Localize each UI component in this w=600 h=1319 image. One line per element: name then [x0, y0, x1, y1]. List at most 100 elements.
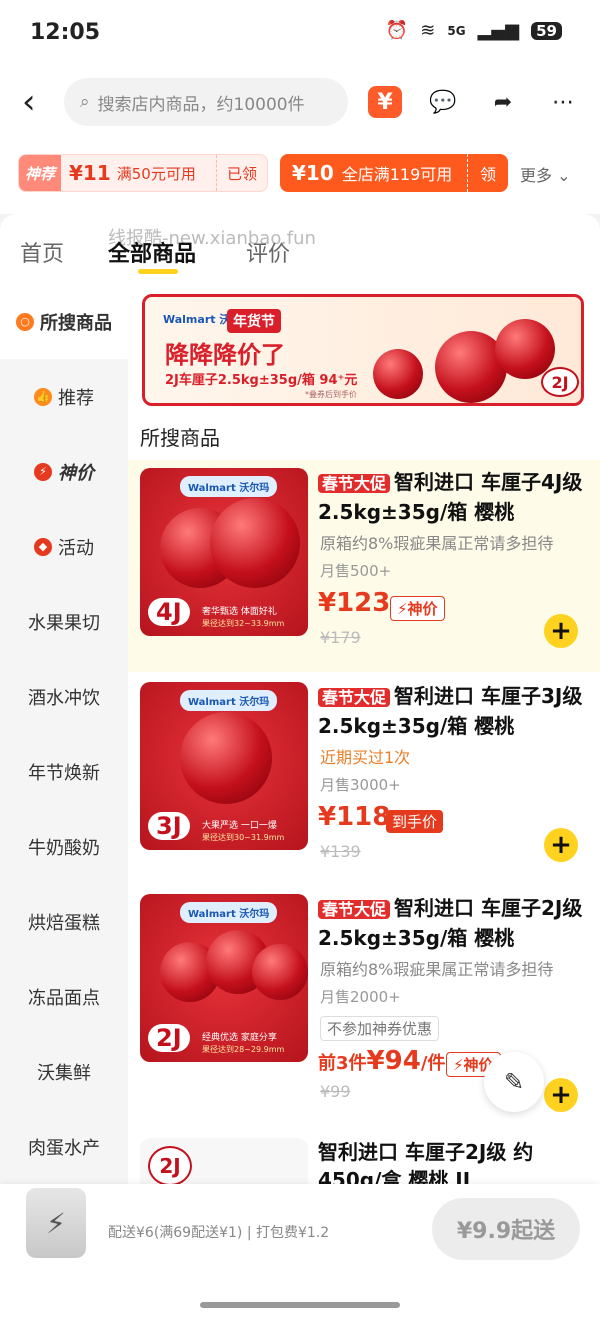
sidebar-item[interactable]: 沃集鲜 [0, 1034, 128, 1109]
sidebar-item-label: 牛奶酸奶 [28, 837, 100, 859]
sidebar-item-label: 水果果切 [28, 612, 100, 634]
price-tag: ⚡神价 [390, 596, 445, 621]
sidebar-item-activity[interactable]: ◆ 活动 [0, 509, 128, 584]
grade-badge: 2J [541, 367, 579, 397]
sidebar-item[interactable]: 烘焙蛋糕 [0, 884, 128, 959]
signal-icon: ▂▄▆ [477, 20, 520, 41]
sidebar-item-label: 活动 [58, 537, 94, 559]
tab-home[interactable]: 首页 [20, 236, 64, 268]
coupon-store[interactable]: ¥10 全店满119可用 领 [280, 154, 508, 192]
tag-icon: ◆ [34, 537, 52, 556]
coupon-tag: 神荐 [19, 155, 62, 191]
add-to-cart-button[interactable]: + [544, 1078, 578, 1112]
tab-bar: 线报酷-new.xianbao.fun 首页 全部商品 评价 [0, 214, 600, 284]
sidebar-item-label: 推荐 [58, 387, 94, 409]
network-label: 5G [447, 23, 466, 38]
wifi-icon: ≋ [420, 20, 436, 41]
add-to-cart-button[interactable]: + [544, 614, 578, 648]
product-image: Walmart 沃尔玛 4J 奢华甄选 体面好礼 果径达到32~33.9mm [140, 468, 308, 636]
product-card[interactable]: 2J 智利进口 车厘子2J级 约450g/盒 樱桃 JJ [128, 1130, 600, 1184]
share-icon[interactable]: ➦ [486, 86, 520, 118]
chat-icon[interactable]: 💬 [426, 86, 460, 118]
price-unit: /件 [420, 1053, 446, 1074]
search-input[interactable]: ⌕ 搜索店内商品，约10000件 [64, 78, 348, 126]
walmart-logo: Walmart 沃尔玛 [180, 902, 278, 923]
chevron-down-icon: ⌄ [557, 166, 571, 185]
sidebar-item[interactable]: 牛奶酸奶 [0, 809, 128, 884]
price-value: ¥94 [366, 1046, 421, 1076]
product-title: 智利进口 车厘子2J级 约450g/盒 樱桃 JJ [318, 1140, 534, 1184]
battery-icon: 59 [531, 21, 562, 40]
no-coupon-badge: 不参加神券优惠 [320, 1016, 440, 1041]
price-tag-label: 神价 [407, 600, 438, 618]
banner-spec: 2J车厘子2.5kg±35g/箱 94⁺元 [165, 373, 358, 388]
coupon-amount: ¥10 [292, 161, 334, 185]
promo-tag: 春节大促 [318, 900, 391, 919]
sidebar-item-searched[interactable]: ○ 所搜商品 [0, 284, 128, 359]
promo-banner[interactable]: Walmart 沃尔玛 年货节 降降降价了 2J车厘子2.5kg±35g/箱 9… [142, 294, 584, 406]
product-slogan: 大果严选 一口一爆 [202, 821, 277, 831]
tab-all-products[interactable]: 全部商品 [108, 236, 196, 268]
tab-underline [138, 269, 178, 274]
coupon-condition: 全店满119可用 [341, 165, 453, 184]
checkout-button[interactable]: ¥9.9起送 [432, 1198, 580, 1260]
product-title: 春节大促 智利进口 车厘子4J级 2.5kg±35g/箱 樱桃 [318, 468, 588, 526]
product-price: ¥123 [318, 588, 391, 618]
product-card[interactable]: Walmart 沃尔玛 3J 大果严选 一口一爆 果径达到30~31.9mm 春… [128, 674, 600, 886]
more-icon[interactable]: ⋯ [546, 86, 580, 118]
product-title: 春节大促 智利进口 车厘子3J级 2.5kg±35g/箱 樱桃 [318, 682, 588, 740]
add-to-cart-button[interactable]: + [544, 828, 578, 862]
back-icon[interactable]: ‹ [22, 82, 36, 122]
more-coupons-button[interactable]: 更多 ⌄ [520, 162, 571, 186]
status-time: 12:05 [30, 20, 101, 45]
product-size: 果径达到30~31.9mm [202, 833, 285, 842]
cherry-image [252, 944, 308, 1000]
product-slogan: 经典优选 家庭分享 [202, 1033, 277, 1043]
wallet-icon[interactable]: ¥ [368, 86, 402, 118]
lightning-icon: ⚡ [397, 600, 408, 618]
product-card[interactable]: Walmart 沃尔玛 4J 奢华甄选 体面好礼 果径达到32~33.9mm 春… [128, 460, 600, 672]
grade-badge: 4J [148, 598, 190, 626]
sidebar-item-label: 神价 [58, 462, 94, 484]
sidebar-item-shenjia[interactable]: ⚡ 神价 [0, 434, 128, 509]
search-placeholder: 搜索店内商品，约10000件 [97, 94, 305, 115]
sidebar-item[interactable]: 水果果切 [0, 584, 128, 659]
edit-icon[interactable]: ✎ [484, 1052, 544, 1112]
grade-badge: 2J [148, 1024, 190, 1052]
sidebar-item-label: 肉蛋水产 [28, 1137, 100, 1159]
banner-note: *叠券后到手价 [305, 390, 357, 399]
coupon-condition: 满50元可用 [116, 164, 196, 183]
tab-reviews[interactable]: 评价 [246, 236, 290, 268]
sidebar-item-label: 沃集鲜 [37, 1062, 91, 1084]
sidebar-item-label: 冻品面点 [28, 987, 100, 1009]
coupon-amount: ¥11 [69, 161, 111, 185]
product-slogan: 奢华甄选 体面好礼 [202, 607, 277, 617]
festival-label: 年货节 [227, 309, 281, 333]
cherry-image [495, 319, 555, 379]
sidebar-item[interactable]: 冻品面点 [0, 959, 128, 1034]
original-price: ¥179 [320, 628, 361, 647]
sidebar-item-recommend[interactable]: 👍 推荐 [0, 359, 128, 434]
alarm-icon: ⏰ [385, 20, 409, 41]
more-label: 更多 [520, 166, 553, 185]
product-image: Walmart 沃尔玛 3J 大果严选 一口一爆 果径达到30~31.9mm [140, 682, 308, 850]
home-indicator[interactable] [200, 1302, 400, 1308]
lightning-icon: ⚡ [34, 462, 52, 481]
cart-bag-icon[interactable]: ⚡ [26, 1188, 86, 1258]
sidebar-item[interactable]: 肉蛋水产 [0, 1109, 128, 1184]
sidebar-item[interactable]: 年节焕新 [0, 734, 128, 809]
promo-tag: 春节大促 [318, 688, 391, 707]
original-price: ¥139 [320, 842, 361, 861]
product-size: 果径达到28~29.9mm [202, 1045, 285, 1054]
coupon-shenjian[interactable]: 神荐 ¥11 满50元可用 已领 [18, 154, 268, 192]
sidebar-item-label: 酒水冲饮 [28, 687, 100, 709]
thumbs-up-icon: 👍 [34, 387, 52, 406]
product-desc: 原箱约8%瑕疵果属正常请多担待 [320, 534, 554, 553]
grade-badge: 3J [148, 812, 190, 840]
product-image: Walmart 沃尔玛 2J 经典优选 家庭分享 果径达到28~29.9mm [140, 894, 308, 1062]
promo-tag: 春节大促 [318, 474, 391, 493]
lightning-icon: ⚡ [453, 1056, 464, 1074]
sidebar-item[interactable]: 酒水冲饮 [0, 659, 128, 734]
top-bar: ‹ ⌕ 搜索店内商品，约10000件 ¥ 💬 ➦ ⋯ [0, 70, 600, 134]
claim-button[interactable]: 领 [466, 154, 508, 192]
